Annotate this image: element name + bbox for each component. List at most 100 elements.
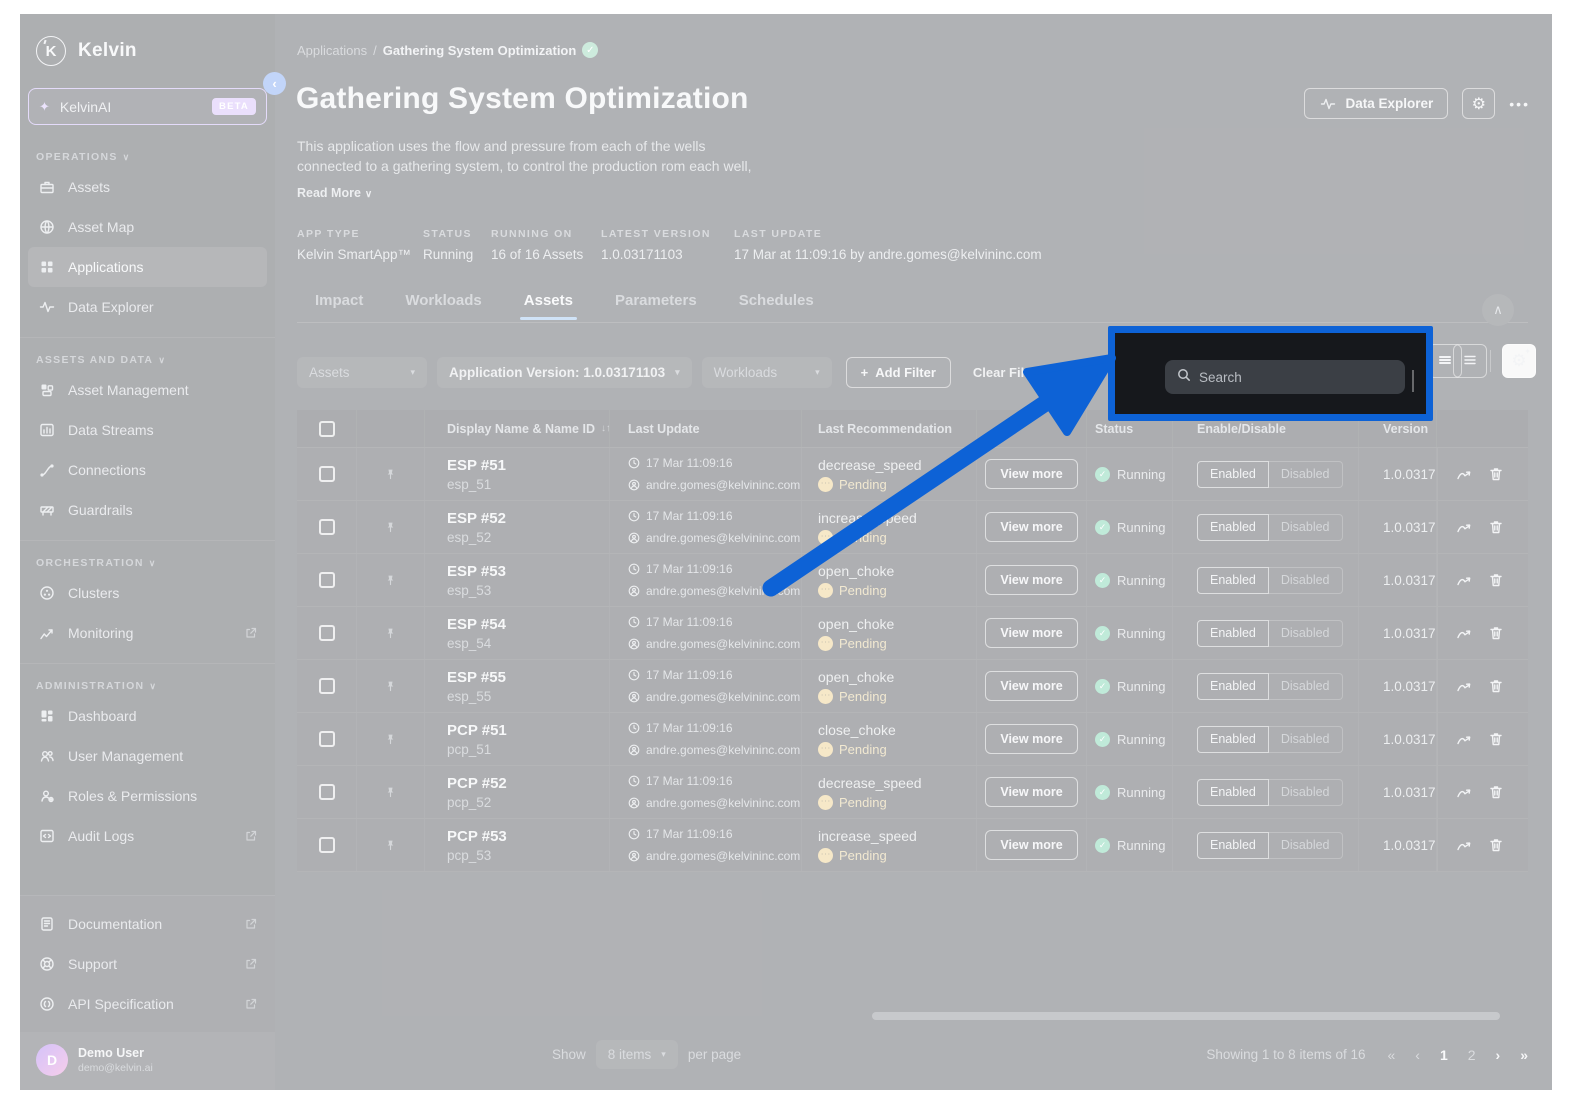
row-checkbox[interactable]	[318, 678, 335, 694]
filter-dropdown-2[interactable]: Workloads ▾	[701, 357, 832, 388]
view-more-button[interactable]: View more	[985, 565, 1078, 595]
enabled-button[interactable]: Enabled	[1197, 460, 1269, 488]
delete-action-button[interactable]	[1488, 731, 1504, 747]
delete-action-button[interactable]	[1488, 519, 1504, 535]
sidebar-item-asset-map[interactable]: Asset Map	[28, 207, 267, 247]
trend-action-button[interactable]	[1456, 837, 1472, 853]
pin-icon[interactable]	[384, 468, 397, 481]
tab-schedules[interactable]: Schedules	[739, 292, 814, 320]
delete-action-button[interactable]	[1488, 678, 1504, 694]
breadcrumb-applications[interactable]: Applications	[297, 43, 367, 58]
view-more-button[interactable]: View more	[985, 618, 1078, 648]
sidebar-item-documentation[interactable]: Documentation	[28, 904, 267, 944]
sidebar-item-applications[interactable]: Applications	[28, 247, 267, 287]
view-more-button[interactable]: View more	[985, 671, 1078, 701]
pin-icon[interactable]	[384, 786, 397, 799]
data-explorer-button[interactable]: Data Explorer	[1304, 88, 1449, 119]
pin-icon[interactable]	[384, 521, 397, 534]
enabled-button[interactable]: Enabled	[1197, 619, 1269, 647]
sidebar-item-dashboard[interactable]: Dashboard	[28, 696, 267, 736]
trend-action-button[interactable]	[1456, 466, 1472, 482]
pin-icon[interactable]	[384, 627, 397, 640]
view-more-button[interactable]: View more	[985, 459, 1078, 489]
enabled-button[interactable]: Enabled	[1197, 513, 1269, 541]
per-page-select[interactable]: 8 items ▾	[595, 1040, 678, 1069]
last-page-button[interactable]: »	[1520, 1047, 1528, 1063]
pin-icon[interactable]	[384, 733, 397, 746]
pin-icon[interactable]	[384, 680, 397, 693]
sidebar-item-roles-permissions[interactable]: Roles & Permissions	[28, 776, 267, 816]
sidebar-item-audit-logs[interactable]: Audit Logs	[28, 816, 267, 856]
tab-impact[interactable]: Impact	[315, 292, 363, 320]
user-menu[interactable]: D Demo User demo@kelvin.ai	[20, 1032, 275, 1090]
page-number-1[interactable]: 1	[1440, 1047, 1448, 1063]
prev-page-button[interactable]: ‹	[1415, 1047, 1420, 1063]
delete-action-button[interactable]	[1488, 572, 1504, 588]
row-checkbox[interactable]	[318, 784, 335, 800]
read-more-link[interactable]: Read More ∨	[297, 186, 372, 200]
delete-action-button[interactable]	[1488, 625, 1504, 641]
tab-assets[interactable]: Assets	[519, 292, 578, 320]
sidebar-item-clusters[interactable]: Clusters	[28, 573, 267, 613]
enabled-button[interactable]: Enabled	[1197, 831, 1269, 859]
enabled-button[interactable]: Enabled	[1197, 566, 1269, 594]
disabled-button[interactable]: Disabled	[1268, 619, 1343, 647]
row-checkbox[interactable]	[318, 625, 335, 641]
trend-action-button[interactable]	[1456, 731, 1472, 747]
add-filter-button[interactable]: + Add Filter	[845, 357, 951, 388]
row-checkbox[interactable]	[318, 731, 335, 747]
view-more-button[interactable]: View more	[985, 512, 1078, 542]
pin-icon[interactable]	[384, 574, 397, 587]
enabled-button[interactable]: Enabled	[1197, 725, 1269, 753]
first-page-button[interactable]: «	[1387, 1047, 1395, 1063]
next-page-button[interactable]: ›	[1496, 1047, 1501, 1063]
filter-dropdown-1[interactable]: Application Version: 1.0.03171103 ▾	[437, 357, 692, 388]
view-more-button[interactable]: View more	[985, 777, 1078, 807]
sidebar-item-guardrails[interactable]: Guardrails	[28, 490, 267, 530]
disabled-button[interactable]: Disabled	[1268, 831, 1343, 859]
disabled-button[interactable]: Disabled	[1268, 513, 1343, 541]
sidebar-item-connections[interactable]: Connections	[28, 450, 267, 490]
enabled-button[interactable]: Enabled	[1197, 778, 1269, 806]
sidebar-item-support[interactable]: Support	[28, 944, 267, 984]
disabled-button[interactable]: Disabled	[1268, 778, 1343, 806]
trend-action-button[interactable]	[1456, 678, 1472, 694]
search-input[interactable]	[1199, 369, 1349, 385]
filter-dropdown-0[interactable]: Assets ▾	[297, 357, 427, 388]
sidebar-item-data-streams[interactable]: Data Streams	[28, 410, 267, 450]
row-checkbox[interactable]	[318, 837, 335, 853]
disabled-button[interactable]: Disabled	[1268, 672, 1343, 700]
sidebar-collapse-button[interactable]: ‹	[263, 72, 286, 95]
row-checkbox[interactable]	[318, 572, 335, 588]
horizontal-scrollbar[interactable]	[872, 1012, 1500, 1020]
clear-filters-button[interactable]: Clear Filters	[973, 365, 1048, 380]
sidebar-item-assets[interactable]: Assets	[28, 167, 267, 207]
page-number-2[interactable]: 2	[1468, 1047, 1476, 1063]
disabled-button[interactable]: Disabled	[1268, 725, 1343, 753]
trend-action-button[interactable]	[1456, 625, 1472, 641]
sidebar-item-api-specification[interactable]: API Specification	[28, 984, 267, 1024]
view-more-button[interactable]: View more	[985, 830, 1078, 860]
sidebar-item-monitoring[interactable]: Monitoring	[28, 613, 267, 653]
pin-icon[interactable]	[384, 839, 397, 852]
delete-action-button[interactable]	[1488, 466, 1504, 482]
more-options-button[interactable]: •••	[1509, 96, 1530, 112]
sidebar-item-data-explorer[interactable]: Data Explorer	[28, 287, 267, 327]
trend-action-button[interactable]	[1456, 519, 1472, 535]
settings-gear-button[interactable]: ⚙	[1462, 88, 1496, 119]
sidebar-item-asset-management[interactable]: Asset Management	[28, 370, 267, 410]
table-settings-button[interactable]: ⚙ ✦	[1502, 344, 1536, 378]
trend-action-button[interactable]	[1456, 784, 1472, 800]
row-checkbox[interactable]	[318, 466, 335, 482]
sort-icon[interactable]: ↓↑	[601, 423, 609, 434]
list-view-button[interactable]	[1453, 344, 1487, 378]
scroll-top-button[interactable]: ∧	[1482, 294, 1514, 326]
delete-action-button[interactable]	[1488, 784, 1504, 800]
tab-workloads[interactable]: Workloads	[405, 292, 481, 320]
view-more-button[interactable]: View more	[985, 724, 1078, 754]
trend-action-button[interactable]	[1456, 572, 1472, 588]
sidebar-item-kelvinai[interactable]: ✦ KelvinAI BETA	[28, 88, 267, 125]
delete-action-button[interactable]	[1488, 837, 1504, 853]
sidebar-item-user-management[interactable]: User Management	[28, 736, 267, 776]
row-checkbox[interactable]	[318, 519, 335, 535]
